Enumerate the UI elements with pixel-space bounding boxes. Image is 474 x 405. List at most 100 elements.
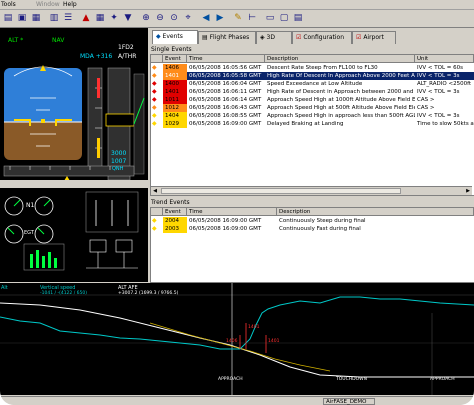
single_events-row[interactable]: ◆ 1406 06/05/2008 16:05:56 GMT Descent Rate… [151,64,474,72]
trend-events-header-event[interactable]: Event [163,208,187,216]
single-events-cell-description: Delayed Braking at Landing [267,121,344,127]
single-events-cell-time: 06/05/2008 16:05:56 GMT [189,65,262,71]
tab-configuration[interactable]: ☑ Configuration [292,31,352,44]
single-events-table: Event Time Description Unit ◆ 1406 06/05/2… [150,54,474,196]
list-icon[interactable]: ☰ [62,12,74,24]
single_events-row[interactable]: ◆ 1401 06/05/2008 16:06:11 GMT High Rate of… [151,88,474,96]
tab-events[interactable]: ◆ Events [152,30,198,44]
trend-events-title: Trend Events [151,199,190,206]
layout-icon[interactable]: ▭ [264,12,276,24]
single-events-cell-time: 06/05/2008 16:06:43 GMT [189,105,262,111]
flight-phases-tab-icon: ▤ [202,34,208,41]
zoom-out-icon[interactable]: ⊖ [154,12,166,24]
single-events-cell-event: 1012 [163,104,187,112]
single-events-cell-unit: IVV < TOL = 3s [415,72,474,80]
event-severity-icon: ◆ [152,80,157,87]
single-events-cell-unit: CAS > [417,105,435,111]
single-events-cell-unit: IVV < TOL = 3s [417,113,460,119]
single-events-scrollbar[interactable]: ◀ ▶ [151,186,472,195]
pan-left-icon[interactable]: ◀ [200,12,212,24]
graph-event-label-1401b: 1401 [268,339,280,344]
pencil-icon[interactable]: ✎ [232,12,244,24]
3d-tab-icon: ◈ [260,34,265,41]
graph-alt-afe-value: +3007.2 (1699.3 / 9766.5) [118,291,179,296]
single_events-row[interactable]: ◆ 1400 06/05/2008 16:06:04 GMT Speed Exceed… [151,80,474,88]
ruler-icon[interactable]: ⊢ [246,12,258,24]
single-events-cell-unit: CAS > [417,97,435,103]
event-severity-icon: ◆ [152,217,157,224]
n1-label: N1 [26,202,35,209]
chart-icon[interactable]: ▲ [80,12,92,24]
single_events-row[interactable]: ◆ 1011 06/05/2008 16:06:14 GMT Approach Spe… [151,96,474,104]
tab-3d[interactable]: ◈ 3D [256,31,292,44]
tab-configuration-label: Configuration [303,34,345,41]
scroll-right-icon[interactable]: ▶ [464,187,472,195]
pan-right-icon[interactable]: ▶ [214,12,226,24]
menu-help[interactable]: Help [63,1,77,8]
toolbar: ▤ ▣ ▦ ▥ ☰ ▲ ▦ ✦ ▼ ⊕ ⊖ ⊙ ⌖ ◀ ▶ ✎ ⊢ ▭ ▢ ▤ [0,10,474,28]
menu-window[interactable]: Window [36,1,60,8]
athr-label: A/THR [118,53,137,60]
single-events-header-description[interactable]: Description [265,55,415,63]
single_events-row[interactable]: ◆ 1404 06/05/2008 16:08:55 GMT Approach Spe… [151,112,474,120]
single-events-cell-description: Approach Speed High in approach less tha… [267,113,415,119]
single_events-row[interactable]: ◆ 1401 06/05/2008 16:05:58 GMT High Rate Of… [151,72,474,80]
scrollbar-thumb[interactable] [161,188,401,194]
menu-tools[interactable]: Tools [1,1,16,8]
fd-label: 1FD2 [118,44,134,51]
single-events-cell-time: 06/05/2008 16:09:00 GMT [189,121,262,127]
trend-events-header-description[interactable]: Description [277,208,474,216]
single-events-cell-description: High Rate Of Descent In Approach Above 2… [265,72,415,80]
trend-events-cell-description: Continuously Steep during final [279,218,366,224]
tile-icon[interactable]: ▤ [292,12,304,24]
tab-3d-label: 3D [266,34,275,41]
single-events-cell-event: 1406 [163,64,187,72]
single-events-header-unit[interactable]: Unit [415,55,474,63]
tab-bar: ◆ Events ▤ Flight Phases ◈ 3D ☑ Configur… [150,30,474,44]
graph-label-alt: Alt [1,285,8,291]
single-events-header-event[interactable]: Event [163,55,187,63]
single-events-cell-event: 1011 [163,96,187,104]
window-icon[interactable]: ▢ [278,12,290,24]
settings-icon[interactable]: ✦ [108,12,120,24]
export-icon[interactable]: ▥ [48,12,60,24]
baro-alt-value: 3000 [111,150,127,157]
single-events-cell-event: 1404 [163,112,187,120]
tab-airport[interactable]: ☑ Airport [352,31,396,44]
trend-events-cell-description: Continuously Fast during final [279,226,361,232]
trend-events-table: Event Time Description ◆ 2004 06/05/2008 1… [150,207,474,283]
tab-flight-phases[interactable]: ▤ Flight Phases [198,31,256,44]
nav-mode-label: NAV [52,37,65,44]
single-events-cell-description: High Rate of Descent in Approach between… [267,89,415,95]
flight-parameter-graph[interactable]: Alt Vertical speed -1041 / -(4122 / 650)… [0,283,474,395]
trend_events-row[interactable]: ◆ 2003 06/05/2008 16:09:00 GMT Continuously… [151,225,474,233]
single_events-row[interactable]: ◆ 1029 06/05/2008 16:09:00 GMT Delayed Brak… [151,120,474,128]
single-events-cell-event: 1029 [163,120,187,128]
trend-events-header-blank [151,208,163,216]
trend_events-row[interactable]: ◆ 2004 06/05/2008 16:09:00 GMT Continuously… [151,217,474,225]
filter-icon[interactable]: ▼ [122,12,134,24]
trend-events-cell-event: 2003 [163,225,187,233]
qnh-label: QNH [112,166,124,172]
graph-event-label-1401a: 1401 [248,325,260,330]
graph-vertical-speed-value: -1041 / -(4122 / 650) [40,291,88,296]
open-icon[interactable]: ▤ [2,12,14,24]
print-icon[interactable]: ▦ [30,12,42,24]
zoom-in-icon[interactable]: ⊕ [140,12,152,24]
cursor-icon[interactable]: ⌖ [182,12,194,24]
single-events-cell-description: Approach Speed High at 500ft Altitude Ab… [267,105,415,111]
trend-events-header-time[interactable]: Time [187,208,277,216]
single-events-cell-time: 06/05/2008 16:05:58 GMT [187,72,265,80]
save-icon[interactable]: ▣ [16,12,28,24]
single-events-header-time[interactable]: Time [187,55,265,63]
tab-events-label: Events [162,33,183,40]
single-events-cell-event: 1401 [163,88,187,96]
primary-flight-display: ALT * NAV 1FD2 MDA +316 A/THR 3000 1007 … [0,28,148,282]
scroll-left-icon[interactable]: ◀ [151,187,159,195]
grid-icon[interactable]: ▦ [94,12,106,24]
single_events-row[interactable]: ◆ 1012 06/05/2008 16:06:43 GMT Approach Spe… [151,104,474,112]
graph-phase-approach-2: APPROACH [430,377,455,382]
trend-events-cell-time: 06/05/2008 16:09:00 GMT [189,218,262,224]
zoom-fit-icon[interactable]: ⊙ [168,12,180,24]
status-bar: AirFASE_DEMO [0,396,474,405]
